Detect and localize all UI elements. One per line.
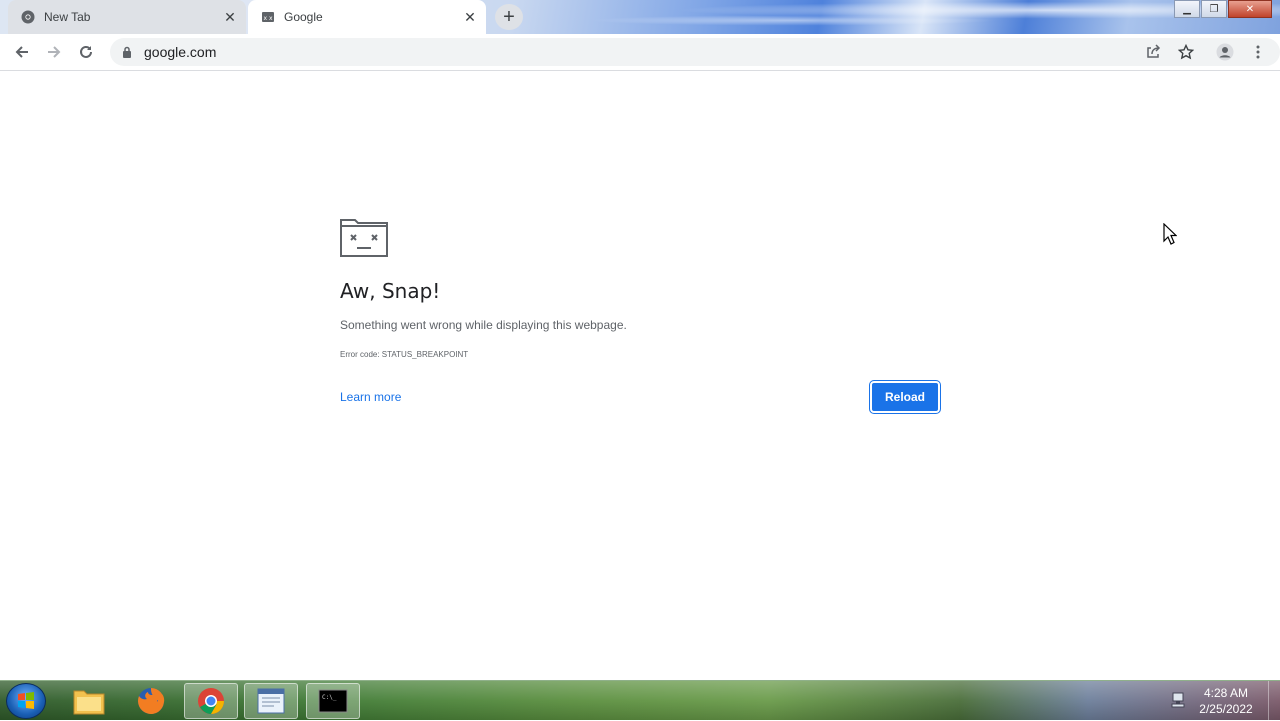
clock-time: 4:28 AM (1203, 686, 1249, 700)
title-bar: New Tab ✕ x x Google ✕ + ▁ ❐ ✕ (0, 0, 1280, 34)
svg-text:x x: x x (263, 15, 272, 22)
restore-button[interactable]: ❐ (1201, 0, 1227, 18)
learn-more-link[interactable]: Learn more (340, 390, 401, 404)
page-title: Aw, Snap! (340, 279, 441, 303)
tab-title: Google (284, 10, 323, 24)
bookmark-star-icon[interactable] (1174, 40, 1198, 64)
menu-dots-icon[interactable] (1246, 40, 1270, 64)
tab-google[interactable]: x x Google ✕ (248, 0, 486, 34)
reload-button[interactable]: Reload (869, 380, 941, 414)
chrome-icon (20, 9, 36, 25)
tab-title: New Tab (44, 10, 91, 24)
file-explorer-icon[interactable] (62, 683, 116, 719)
error-message: Something went wrong while displaying th… (340, 318, 627, 332)
close-icon[interactable]: ✕ (222, 9, 238, 25)
window-controls: ▁ ❐ ✕ (1173, 0, 1272, 18)
new-tab-button[interactable]: + (495, 4, 523, 30)
show-desktop-button[interactable] (1268, 681, 1280, 721)
address-bar[interactable]: google.com (110, 38, 1280, 66)
clock-date: 2/25/2022 (1199, 702, 1253, 716)
forward-arrow-icon[interactable] (42, 40, 66, 64)
url-text: google.com (144, 44, 217, 60)
notepad-icon[interactable] (244, 683, 298, 719)
sad-tab-icon (340, 215, 388, 257)
cmd-label: C:\_ (322, 694, 337, 701)
page-content: Aw, Snap! Something went wrong while dis… (0, 71, 1280, 680)
chrome-taskbar-icon[interactable] (184, 683, 238, 719)
start-button[interactable] (6, 683, 46, 719)
minimize-button[interactable]: ▁ (1174, 0, 1200, 18)
reload-icon[interactable] (74, 40, 98, 64)
windows-logo-icon (18, 692, 34, 709)
cmd-icon[interactable]: C:\_ (306, 683, 360, 719)
firefox-icon[interactable] (124, 683, 178, 719)
window-close-button[interactable]: ✕ (1228, 0, 1272, 18)
close-icon[interactable]: ✕ (462, 9, 478, 25)
tab-new-tab[interactable]: New Tab ✕ (8, 0, 246, 34)
mouse-cursor-icon (1163, 222, 1178, 245)
profile-avatar-icon[interactable] (1213, 40, 1237, 64)
lock-icon[interactable] (122, 45, 136, 59)
taskbar: C:\_ 4:28 AM 2/25/2022 (0, 680, 1280, 721)
browser-toolbar: google.com (0, 34, 1280, 71)
back-arrow-icon[interactable] (10, 40, 34, 64)
sad-tab-favicon-icon: x x (260, 9, 276, 25)
system-clock[interactable]: 4:28 AM 2/25/2022 (1196, 685, 1256, 717)
network-icon[interactable] (1170, 691, 1188, 709)
share-icon[interactable] (1141, 40, 1165, 64)
error-code: Error code: STATUS_BREAKPOINT (340, 350, 469, 359)
